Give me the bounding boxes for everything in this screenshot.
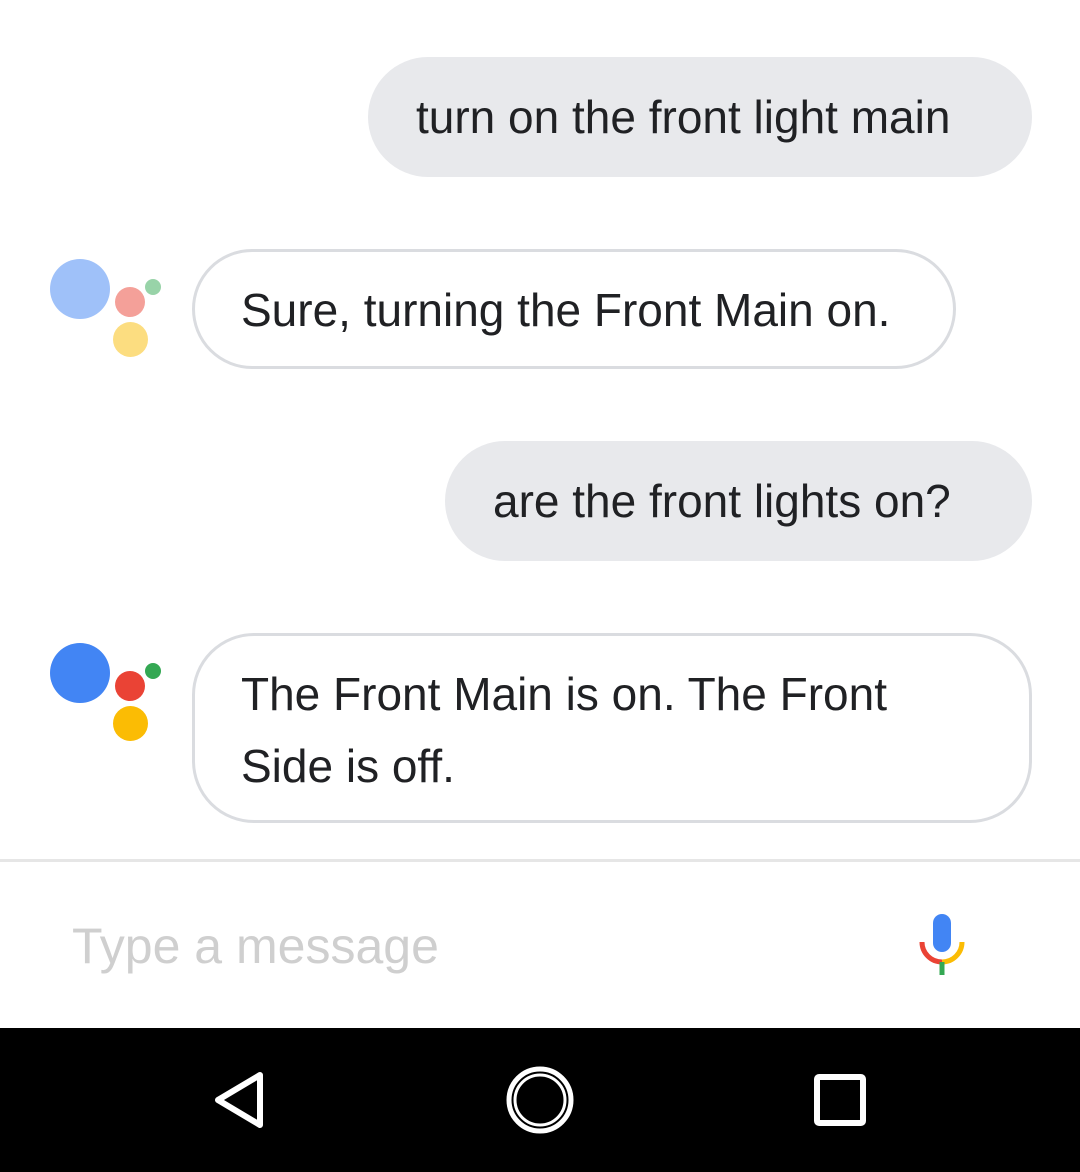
assistant-screen: turn on the front light main Sure, turni… — [0, 0, 1080, 1172]
user-message-text: turn on the front light main — [416, 91, 951, 143]
assistant-message: The Front Main is on. The Front Side is … — [192, 633, 1032, 823]
assistant-avatar-icon — [48, 256, 168, 366]
user-message: are the front lights on? — [445, 441, 1032, 561]
microphone-icon[interactable] — [912, 908, 972, 978]
conversation-list: turn on the front light main Sure, turni… — [0, 0, 1080, 860]
avatar-blue-dot — [50, 643, 110, 703]
recents-square-icon[interactable] — [790, 1050, 890, 1150]
assistant-message-text: Sure, turning the Front Main on. — [241, 284, 891, 336]
avatar-yellow-dot — [113, 322, 148, 357]
avatar-red-dot — [115, 671, 145, 701]
assistant-message-text: The Front Main is on. The Front Side is … — [241, 668, 887, 792]
home-circle-icon[interactable] — [490, 1050, 590, 1150]
avatar-green-dot — [145, 279, 161, 295]
assistant-message: Sure, turning the Front Main on. — [192, 249, 956, 369]
avatar-red-dot — [115, 287, 145, 317]
assistant-avatar-icon — [48, 640, 168, 750]
message-composer — [0, 862, 1080, 1028]
avatar-blue-dot — [50, 259, 110, 319]
system-navigation-bar — [0, 1028, 1080, 1172]
avatar-green-dot — [145, 663, 161, 679]
user-message: turn on the front light main — [368, 57, 1032, 177]
back-triangle-icon[interactable] — [190, 1050, 290, 1150]
user-message-text: are the front lights on? — [493, 475, 951, 527]
message-input[interactable] — [72, 906, 872, 986]
avatar-yellow-dot — [113, 706, 148, 741]
